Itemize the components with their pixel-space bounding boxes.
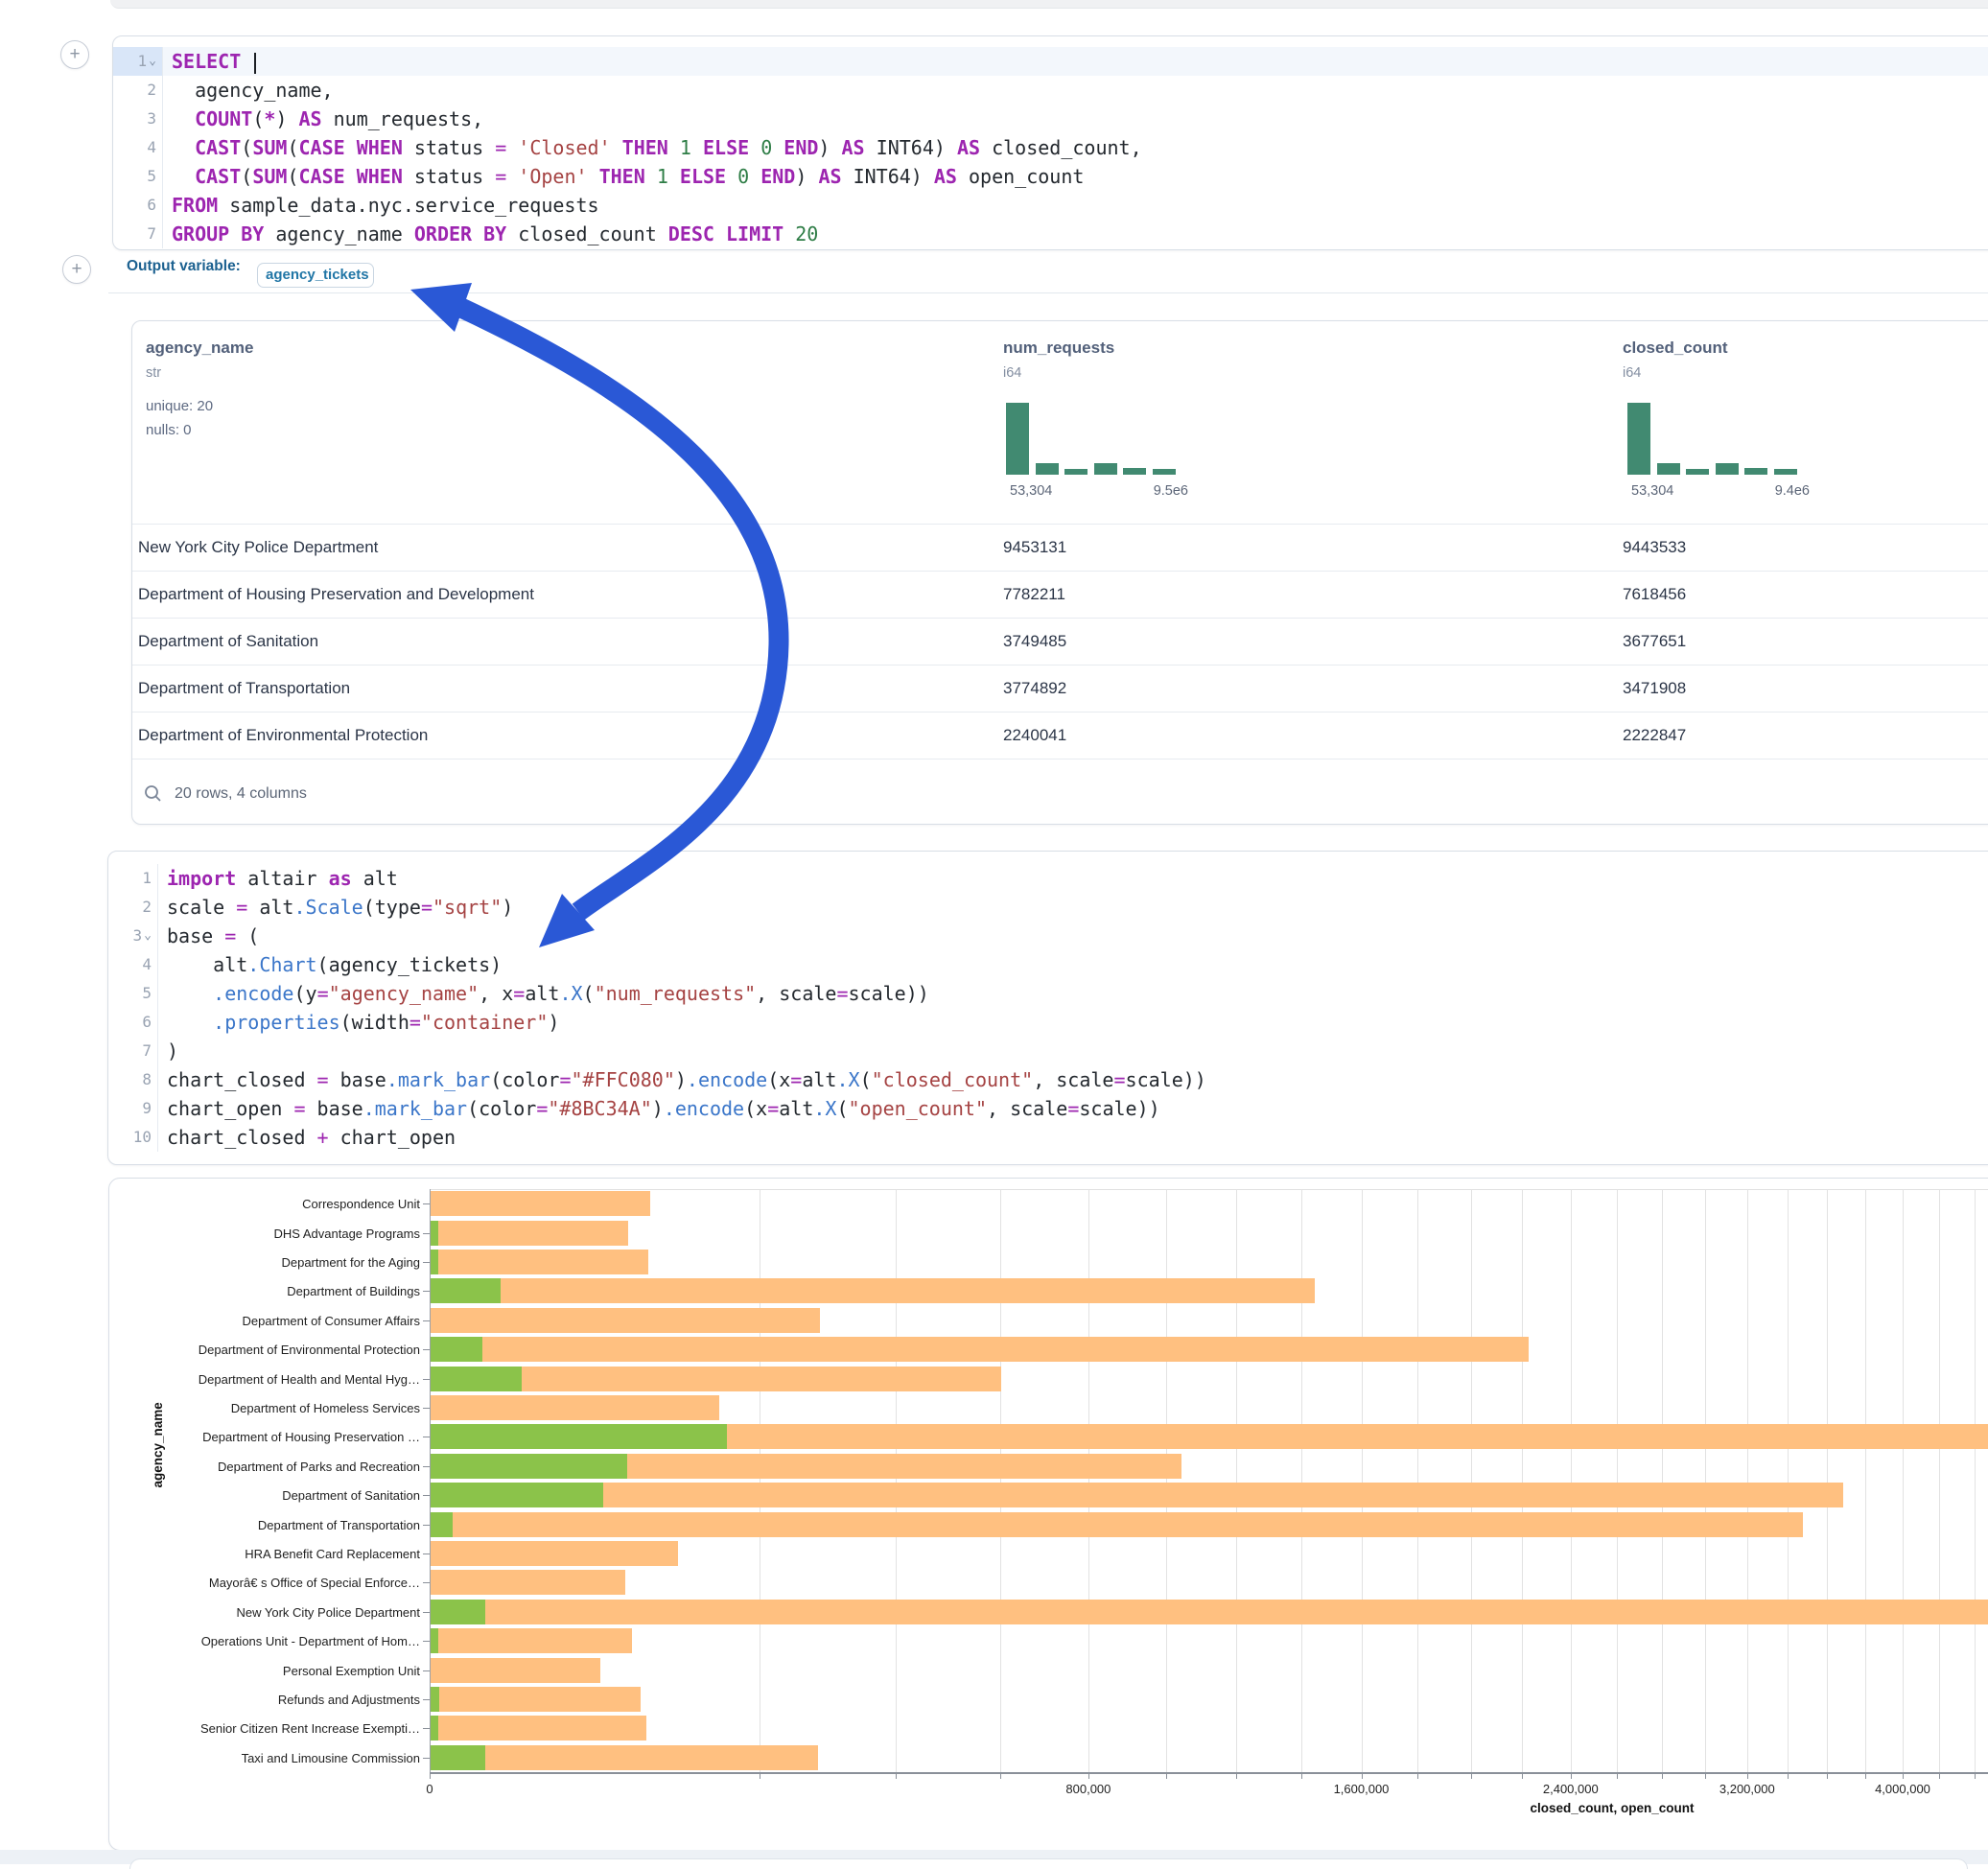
- code-text[interactable]: base = (: [158, 922, 259, 950]
- python-cell[interactable]: 1import altair as alt2scale = alt.Scale(…: [107, 851, 1988, 1165]
- python-cell-line[interactable]: 6 .properties(width="container"): [108, 1008, 1988, 1037]
- sql-cell-line[interactable]: 7GROUP BY agency_name ORDER BY closed_co…: [113, 220, 1988, 248]
- line-number: 4: [113, 133, 163, 162]
- python-cell-line[interactable]: 7): [108, 1037, 1988, 1065]
- chart-output-card: [108, 1178, 1988, 1851]
- code-text[interactable]: ): [158, 1037, 178, 1065]
- sql-cell[interactable]: 1⌄SELECT 2 agency_name,3 COUNT(*) AS num…: [112, 35, 1988, 250]
- line-number: 8: [108, 1065, 158, 1094]
- code-text[interactable]: CAST(SUM(CASE WHEN status = 'Closed' THE…: [163, 133, 1142, 162]
- notebook-page: { "sql_cell": { "lines": [ {"n":"1","car…: [0, 0, 1988, 1864]
- line-number: 3⌄: [108, 922, 158, 950]
- sql-cell-line[interactable]: 2 agency_name,: [113, 76, 1988, 105]
- code-text[interactable]: alt.Chart(agency_tickets): [158, 950, 502, 979]
- fold-caret-icon[interactable]: ⌄: [144, 928, 152, 943]
- code-text[interactable]: chart_closed + chart_open: [158, 1123, 456, 1152]
- output-variable-label: Output variable:: [127, 258, 241, 275]
- sql-cell-line[interactable]: 1⌄SELECT: [113, 47, 1988, 76]
- code-text[interactable]: scale = alt.Scale(type="sqrt"): [158, 893, 513, 922]
- line-number: 6: [113, 191, 163, 220]
- line-number: 1⌄: [113, 47, 163, 76]
- code-text[interactable]: .encode(y="agency_name", x=alt.X("num_re…: [158, 979, 929, 1008]
- sql-cell-line[interactable]: 4 CAST(SUM(CASE WHEN status = 'Closed' T…: [113, 133, 1988, 162]
- code-text[interactable]: agency_name,: [163, 76, 334, 105]
- line-number: 10: [108, 1123, 158, 1152]
- line-number: 9: [108, 1094, 158, 1123]
- python-cell-line[interactable]: 4 alt.Chart(agency_tickets): [108, 950, 1988, 979]
- python-cell-line[interactable]: 5 .encode(y="agency_name", x=alt.X("num_…: [108, 979, 1988, 1008]
- code-text[interactable]: import altair as alt: [158, 864, 398, 893]
- line-number: 3: [113, 105, 163, 133]
- code-text[interactable]: chart_closed = base.mark_bar(color="#FFC…: [158, 1065, 1206, 1094]
- previous-cell-edge: [110, 0, 1988, 9]
- python-cell-line[interactable]: 8chart_closed = base.mark_bar(color="#FF…: [108, 1065, 1988, 1094]
- code-text[interactable]: FROM sample_data.nyc.service_requests: [163, 191, 599, 220]
- code-text[interactable]: SELECT: [163, 47, 256, 76]
- line-number: 2: [113, 76, 163, 105]
- code-text[interactable]: COUNT(*) AS num_requests,: [163, 105, 483, 133]
- sql-cell-line[interactable]: 6FROM sample_data.nyc.service_requests: [113, 191, 1988, 220]
- python-cell-line[interactable]: 3⌄base = (: [108, 922, 1988, 950]
- line-number: 7: [113, 220, 163, 248]
- code-text[interactable]: CAST(SUM(CASE WHEN status = 'Open' THEN …: [163, 162, 1084, 191]
- dataframe-preview-card: [131, 320, 1988, 825]
- line-number: 4: [108, 950, 158, 979]
- line-number: 7: [108, 1037, 158, 1065]
- sql-cell-line[interactable]: 3 COUNT(*) AS num_requests,: [113, 105, 1988, 133]
- output-variable-pill[interactable]: agency_tickets: [257, 263, 374, 288]
- fold-caret-icon[interactable]: ⌄: [149, 54, 156, 68]
- line-number: 5: [113, 162, 163, 191]
- output-variable-row: Output variable: agency_tickets: [108, 248, 1988, 293]
- sql-cell-line[interactable]: 5 CAST(SUM(CASE WHEN status = 'Open' THE…: [113, 162, 1988, 191]
- add-cell-button-below-sql[interactable]: +: [62, 255, 91, 284]
- line-number: 6: [108, 1008, 158, 1037]
- python-cell-line[interactable]: 10chart_closed + chart_open: [108, 1123, 1988, 1152]
- code-text[interactable]: GROUP BY agency_name ORDER BY closed_cou…: [163, 220, 818, 248]
- code-text[interactable]: chart_open = base.mark_bar(color="#8BC34…: [158, 1094, 1160, 1123]
- line-number: 1: [108, 864, 158, 893]
- python-cell-line[interactable]: 1import altair as alt: [108, 864, 1988, 893]
- python-cell-line[interactable]: 9chart_open = base.mark_bar(color="#8BC3…: [108, 1094, 1988, 1123]
- text-cursor: [254, 53, 256, 74]
- add-cell-button-top[interactable]: +: [60, 40, 89, 69]
- code-text[interactable]: .properties(width="container"): [158, 1008, 559, 1037]
- line-number: 5: [108, 979, 158, 1008]
- line-number: 2: [108, 893, 158, 922]
- python-cell-line[interactable]: 2scale = alt.Scale(type="sqrt"): [108, 893, 1988, 922]
